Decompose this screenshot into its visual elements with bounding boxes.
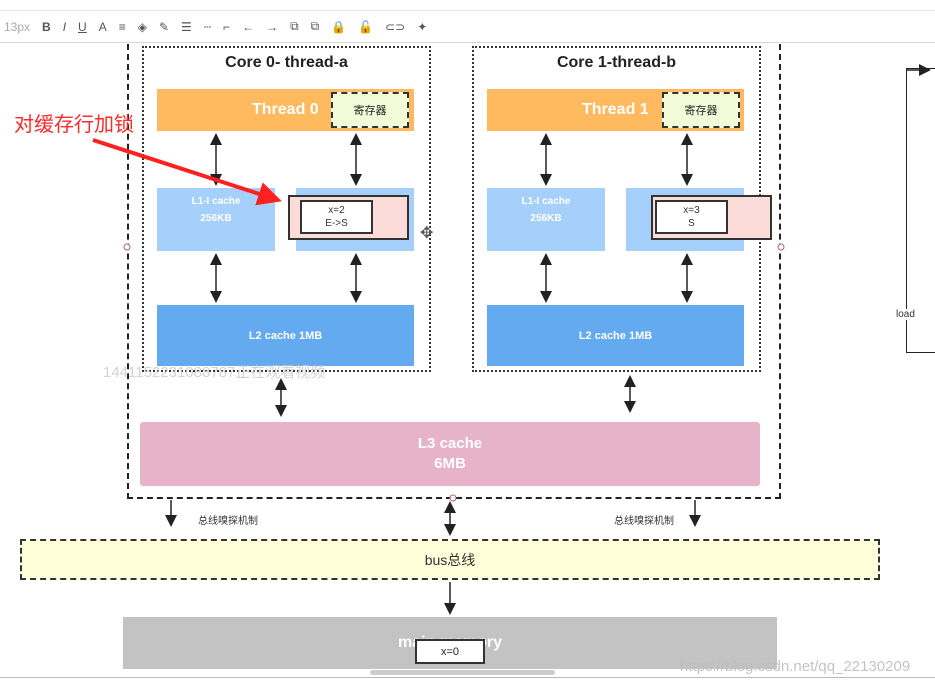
connector-layer: ✥ — [92, 64, 931, 615]
annotation-arrow — [92, 138, 282, 206]
move-cursor-icon: ✥ — [420, 225, 433, 242]
